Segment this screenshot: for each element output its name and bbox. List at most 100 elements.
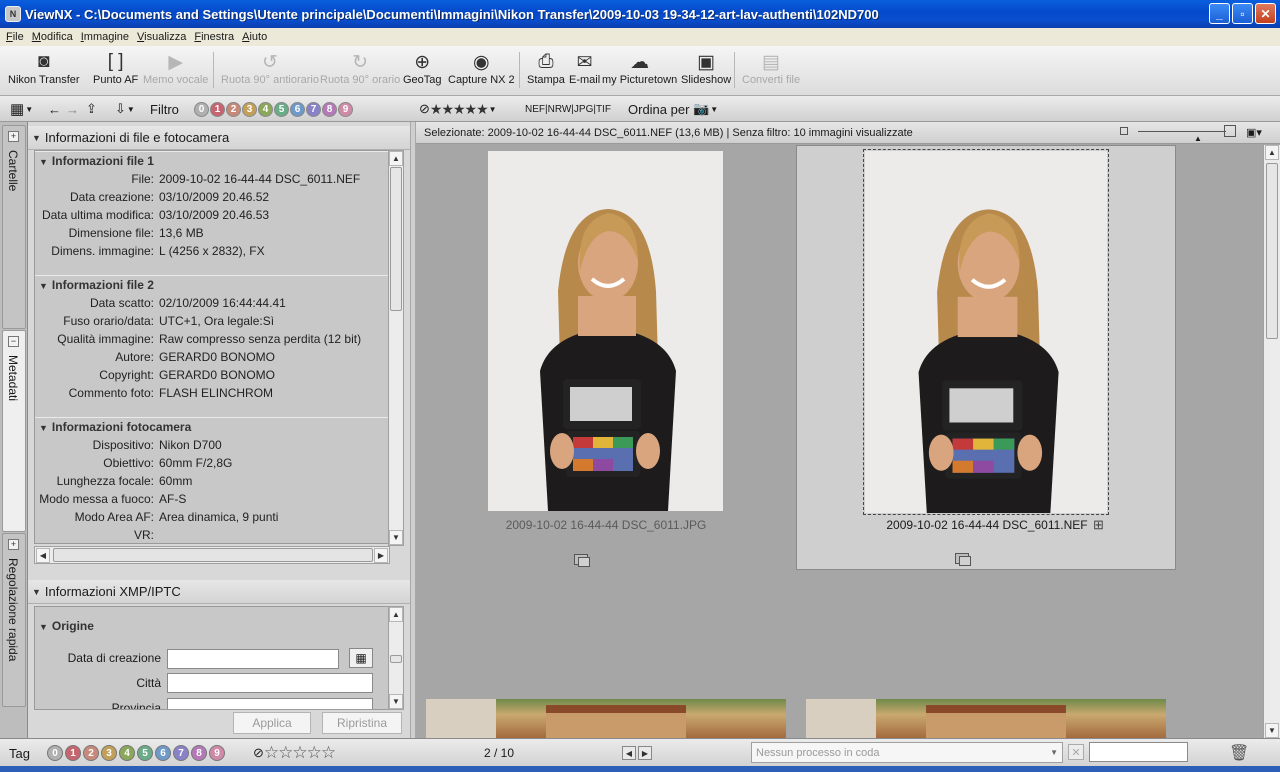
large-thumb-icon[interactable] — [1224, 125, 1236, 137]
photo-thumbnail[interactable] — [426, 699, 786, 738]
trash-icon[interactable]: 🗑 — [1229, 743, 1249, 763]
photo-thumbnail-selected[interactable] — [863, 149, 1109, 515]
up-folder-button[interactable]: ⇪ — [86, 100, 97, 118]
process-queue-select[interactable]: Nessun processo in coda ▼ — [751, 742, 1063, 763]
label-8-button[interactable]: 8 — [191, 745, 207, 761]
menu-modifica[interactable]: Modifica — [28, 31, 77, 43]
photo-thumbnail[interactable] — [488, 151, 723, 511]
label-0-button[interactable]: 0 — [194, 101, 209, 117]
picturetown-button[interactable]: ☁ my Picturetown — [602, 50, 677, 87]
calendar-icon[interactable]: ▦ — [349, 648, 373, 668]
thumbnail-cell-selected[interactable]: 2009-10-02 16-44-44 DSC_6011.NEF ⊞ — [796, 145, 1176, 570]
rotate-cw-button[interactable]: ↻ Ruota 90° orario — [320, 50, 400, 87]
photo-thumbnail[interactable] — [806, 699, 1166, 738]
geotag-button[interactable]: ⊕ GeoTag — [403, 50, 442, 87]
file-info-header[interactable]: ▼ Informazioni di file e fotocamera — [28, 126, 410, 150]
view-mode-button[interactable]: ▦ ▼ — [10, 100, 33, 118]
creation-date-field[interactable] — [167, 649, 339, 669]
menu-visualizza[interactable]: Visualizza — [133, 31, 190, 43]
label-1-button[interactable]: 1 — [65, 745, 81, 761]
minimize-button[interactable]: _ — [1209, 3, 1230, 24]
scroll-up-icon[interactable]: ▲ — [389, 151, 403, 166]
label-3-button[interactable]: 3 — [101, 745, 117, 761]
metadata-value: AF-S — [159, 492, 187, 506]
scroll-down-icon[interactable]: ▼ — [389, 694, 403, 709]
info-horizontal-scrollbar[interactable]: ◀ ▶ — [34, 546, 390, 564]
next-page-icon[interactable]: ▶ — [638, 746, 652, 760]
af-point-button[interactable]: [ ] Punto AF — [93, 50, 138, 86]
tab-cartelle[interactable]: + Cartelle — [2, 125, 26, 329]
menu-aiuto[interactable]: Aiuto — [238, 31, 271, 43]
thumbnail-scrollbar[interactable]: ▲ ▼ — [1263, 145, 1280, 738]
tab-regolazione-rapida[interactable]: + Regolazione rapida — [2, 533, 26, 707]
label-2-button[interactable]: 2 — [83, 745, 99, 761]
metadata-row: Dimensione file: 13,6 MB — [35, 224, 389, 242]
city-field[interactable] — [167, 673, 373, 693]
view-options-icon[interactable]: ▣▾ — [1246, 126, 1262, 139]
menu-finestra[interactable]: Finestra — [190, 31, 238, 43]
scroll-up-icon[interactable]: ▲ — [389, 607, 403, 622]
zoom-slider[interactable] — [1138, 131, 1226, 132]
scroll-down-icon[interactable]: ▼ — [389, 530, 403, 545]
scroll-right-icon[interactable]: ▶ — [374, 548, 388, 563]
label-7-button[interactable]: 7 — [306, 101, 321, 117]
scroll-left-icon[interactable]: ◀ — [36, 548, 50, 563]
folder-menu-button[interactable]: ⇩ ▼ — [115, 100, 135, 118]
xmp-iptc-header[interactable]: ▼ Informazioni XMP/IPTC — [28, 580, 410, 604]
menu-file[interactable]: File — [2, 31, 28, 43]
close-button[interactable]: ✕ — [1255, 3, 1276, 24]
sort-by-button[interactable]: Ordina per 📷 ▼ — [628, 100, 718, 118]
maximize-button[interactable]: ▫ — [1232, 3, 1253, 24]
label-8-button[interactable]: 8 — [322, 101, 337, 117]
voice-memo-button[interactable]: ▶ Memo vocale — [143, 50, 208, 87]
scroll-thumb[interactable] — [1266, 163, 1278, 339]
email-button[interactable]: ✉ E-mail — [569, 50, 600, 87]
file-type-filter[interactable]: NEF|NRW|JPG|TIF — [525, 100, 611, 118]
title-bar[interactable]: N ViewNX - C:\Documents and Settings\Ute… — [0, 0, 1280, 28]
tag-rating[interactable]: ⊘ ☆☆☆☆☆ — [253, 743, 336, 762]
thumbnail-cell[interactable]: 2009-10-02 16-44-44 DSC_6011.JPG — [416, 145, 796, 570]
capture-nx-button[interactable]: ◉ Capture NX 2 — [448, 50, 515, 87]
rating-filter[interactable]: ⊘ ★★★★★ ▼ — [419, 100, 497, 118]
rotate-ccw-button[interactable]: ↺ Ruota 90° antiorario — [221, 50, 319, 87]
label-9-button[interactable]: 9 — [338, 101, 353, 117]
metadata-row: Qualità immagine: Raw compresso senza per… — [35, 330, 389, 348]
tab-metadati[interactable]: − Metadati — [2, 330, 26, 532]
slider-handle-icon[interactable]: ▲ — [1194, 134, 1202, 143]
scroll-thumb[interactable] — [53, 548, 373, 562]
scroll-thumb[interactable] — [390, 655, 402, 663]
small-thumb-icon[interactable] — [1120, 127, 1128, 135]
status-bar: Tag 0123456789 ⊘ ☆☆☆☆☆ 2 / 10 ◀ ▶ Nessun p… — [0, 738, 1280, 766]
label-5-button[interactable]: 5 — [137, 745, 153, 761]
apply-button[interactable]: Applica — [233, 712, 311, 734]
label-6-button[interactable]: 6 — [155, 745, 171, 761]
forward-button[interactable]: → — [66, 100, 79, 118]
label-5-button[interactable]: 5 — [274, 101, 289, 117]
province-field[interactable] — [167, 698, 373, 709]
scroll-thumb[interactable] — [390, 167, 402, 311]
label-6-button[interactable]: 6 — [290, 101, 305, 117]
previous-page-icon[interactable]: ◀ — [622, 746, 636, 760]
label-1-button[interactable]: 1 — [210, 101, 225, 117]
menu-bar: File Modifica Immagine Visualizza Finest… — [0, 28, 1280, 46]
label-3-button[interactable]: 3 — [242, 101, 257, 117]
menu-immagine[interactable]: Immagine — [77, 31, 133, 43]
reset-button[interactable]: Ripristina — [322, 712, 402, 734]
label-9-button[interactable]: 9 — [209, 745, 225, 761]
status-text-field[interactable] — [1089, 742, 1188, 762]
label-2-button[interactable]: 2 — [226, 101, 241, 117]
scroll-down-icon[interactable]: ▼ — [1265, 723, 1279, 738]
label-4-button[interactable]: 4 — [258, 101, 273, 117]
xmp-vertical-scrollbar[interactable]: ▲ ▼ — [388, 606, 404, 710]
slideshow-button[interactable]: ▣ Slideshow — [681, 50, 731, 87]
label-4-button[interactable]: 4 — [119, 745, 135, 761]
label-7-button[interactable]: 7 — [173, 745, 189, 761]
nikon-transfer-button[interactable]: ◙ Nikon Transfer — [8, 50, 80, 86]
print-button[interactable]: ⎙ Stampa — [527, 50, 565, 86]
label-0-button[interactable]: 0 — [47, 745, 63, 761]
back-button[interactable]: ← — [48, 100, 61, 118]
cancel-process-icon[interactable]: ✕ — [1068, 744, 1084, 760]
info-vertical-scrollbar[interactable]: ▲ ▼ — [388, 150, 404, 546]
convert-file-button[interactable]: ▤ Converti file — [742, 50, 800, 87]
scroll-up-icon[interactable]: ▲ — [1265, 145, 1279, 160]
